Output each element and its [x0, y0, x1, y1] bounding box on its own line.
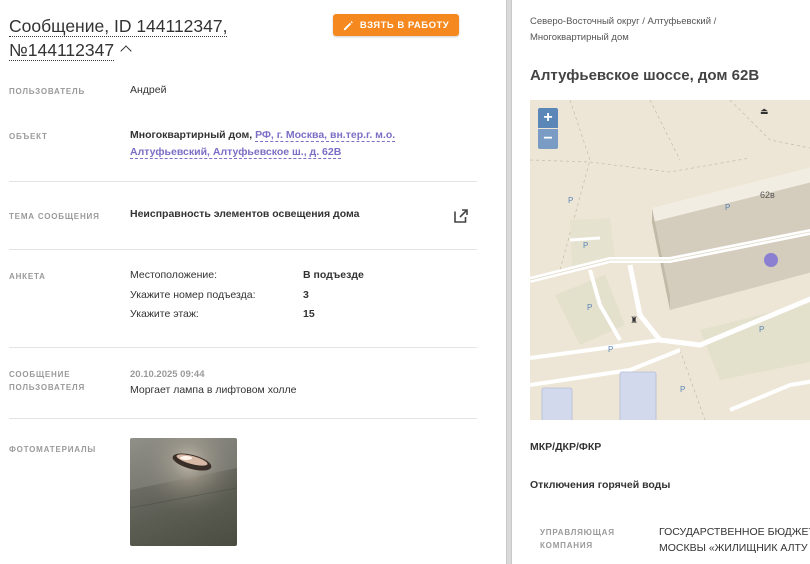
user-message-label-line2: ПОЛЬЗОВАТЕЛЯ	[9, 383, 86, 392]
zoom-in-button[interactable]: +	[538, 108, 558, 128]
management-company-label: УПРАВЛЯЮЩАЯ КОМПАНИЯ	[540, 526, 615, 552]
user-message-label-line1: СООБЩЕНИЕ	[9, 370, 71, 379]
user-message-label: СООБЩЕНИЕ ПОЛЬЗОВАТЕЛЯ	[9, 368, 85, 394]
management-company-line2: МОСКВЫ «ЖИЛИЩНИК АЛТУ	[659, 542, 808, 554]
management-company-value: ГОСУДАРСТВЕННОЕ БЮДЖЕТ МОСКВЫ «ЖИЛИЩНИК …	[659, 524, 810, 556]
divider	[9, 347, 477, 348]
photos-label: ФОТОМАТЕРИАЛЫ	[9, 445, 97, 454]
object-value: Многоквартирный дом, РФ, г. Москва, вн.т…	[130, 127, 430, 161]
breadcrumb-line2[interactable]: Многоквартирный дом	[530, 32, 629, 43]
object-type: Многоквартирный дом,	[130, 129, 253, 141]
map-zoom-controls: + −	[538, 108, 558, 149]
user-message-text: Моргает лампа в лифтовом холле	[130, 384, 297, 396]
user-label: ПОЛЬЗОВАТЕЛЬ	[9, 87, 86, 96]
photo-thumbnail[interactable]	[130, 438, 237, 546]
breadcrumb-line1[interactable]: Северо-Восточный округ / Алтуфьевский /	[530, 16, 716, 27]
object-address-link-2[interactable]: Алтуфьевский, Алтуфьевское ш., д. 62В	[130, 146, 342, 159]
parking-icon: P	[568, 196, 573, 205]
map-canvas[interactable]: P P P P P P P 62в ♜ ⏏	[530, 100, 810, 420]
user-value: Андрей	[130, 84, 167, 96]
management-company-line1: ГОСУДАРСТВЕННОЕ БЮДЖЕТ	[659, 526, 810, 538]
parking-icon: P	[680, 385, 685, 394]
survey-value-location: В подъезде	[303, 269, 364, 281]
hot-water-outages[interactable]: Отключения горячей воды	[530, 479, 670, 491]
external-link-icon[interactable]	[453, 208, 469, 224]
divider	[9, 181, 477, 182]
object-address-title: Алтуфьевское шоссе, дом 62В	[530, 67, 760, 84]
management-company-label-line2: КОМПАНИЯ	[540, 541, 593, 550]
building-number-label: 62в	[760, 190, 775, 200]
pencil-icon	[343, 20, 353, 30]
survey-key-location: Местоположение:	[130, 269, 218, 281]
survey-value-entrance: 3	[303, 289, 309, 301]
parking-icon: P	[725, 203, 730, 212]
survey-value-floor: 15	[303, 308, 315, 320]
object-label: ОБЪЕКТ	[9, 132, 48, 141]
management-company-label-line1: УПРАВЛЯЮЩАЯ	[540, 528, 615, 537]
trash-icon: ♜	[630, 315, 638, 325]
landmark-icon: ⏏	[760, 106, 769, 116]
take-to-work-button[interactable]: ВЗЯТЬ В РАБОТУ	[333, 14, 459, 36]
repair-category: МКР/ДКР/ФКР	[530, 441, 602, 453]
chevron-up-icon[interactable]	[120, 45, 132, 57]
parking-icon: P	[608, 345, 613, 354]
object-panel: Северо-Восточный округ / Алтуфьевский / …	[512, 0, 810, 564]
zoom-out-button[interactable]: −	[538, 129, 558, 149]
topic-value: Неисправность элементов освещения дома	[130, 208, 360, 220]
survey-label: АНКЕТА	[9, 272, 46, 281]
message-panel: Сообщение, ID 144112347, №144112347 ВЗЯТ…	[0, 0, 506, 564]
topic-label: ТЕМА СООБЩЕНИЯ	[9, 212, 100, 221]
photo-lamp-image	[130, 438, 237, 546]
object-address-link[interactable]: РФ, г. Москва, вн.тер.г. м.о.	[255, 129, 396, 142]
survey-key-entrance: Укажите номер подъезда:	[130, 289, 256, 301]
map[interactable]: P P P P P P P 62в ♜ ⏏ + −	[530, 100, 810, 420]
take-to-work-label: ВЗЯТЬ В РАБОТУ	[359, 19, 450, 31]
message-title-line2[interactable]: №144112347	[9, 40, 115, 61]
parking-icon: P	[759, 325, 764, 334]
parking-icon: P	[583, 241, 588, 250]
location-marker-icon[interactable]	[764, 253, 778, 267]
message-title-line1[interactable]: Сообщение, ID 144112347,	[9, 16, 228, 37]
survey-key-floor: Укажите этаж:	[130, 308, 199, 320]
divider	[9, 249, 477, 250]
message-title[interactable]: Сообщение, ID 144112347, №144112347	[9, 14, 329, 62]
divider	[9, 418, 477, 419]
user-message-date: 20.10.2025 09:44	[130, 369, 205, 380]
breadcrumb: Северо-Восточный округ / Алтуфьевский / …	[530, 14, 800, 46]
parking-icon: P	[587, 303, 592, 312]
